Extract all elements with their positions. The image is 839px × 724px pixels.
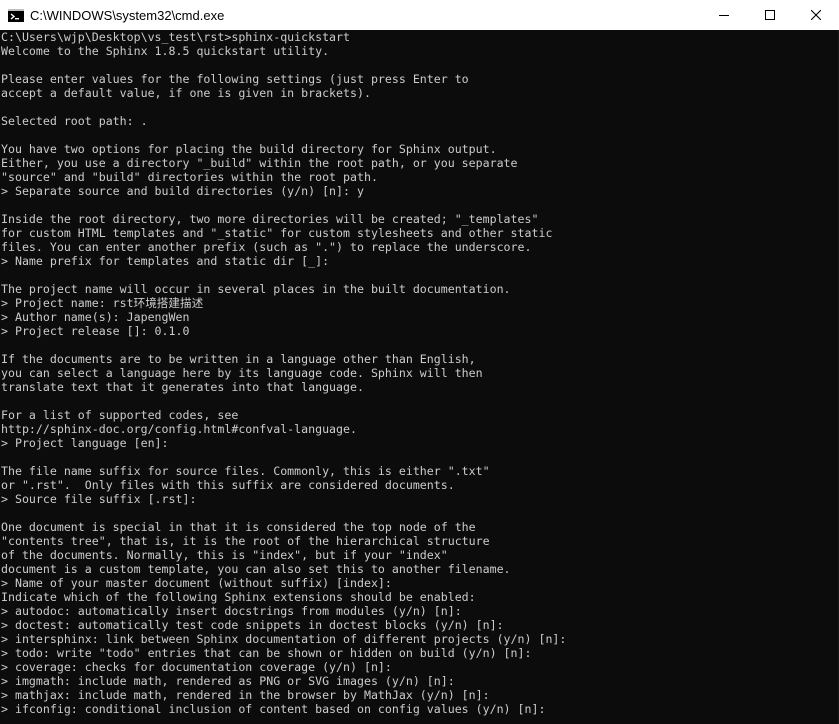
- console-line: C:\Users\wjp\Desktop\vs_test\rst>sphinx-…: [1, 30, 351, 44]
- console-line: "source" and "build" directories within …: [1, 170, 378, 184]
- console-lines: C:\Users\wjp\Desktop\vs_test\rst>sphinx-…: [1, 30, 566, 716]
- console-line: > Name of your master document (without …: [1, 576, 392, 590]
- console-line: accept a default value, if one is given …: [1, 86, 371, 100]
- close-icon: [810, 8, 822, 23]
- window-controls: [701, 0, 839, 30]
- console-line: The project name will occur in several p…: [1, 282, 511, 296]
- cmd-window: C:\WINDOWS\system32\cmd.exe C:\Users\wjp…: [0, 0, 839, 724]
- console-line: > todo: write "todo" entries that can be…: [1, 646, 532, 660]
- console-line: Selected root path: .: [1, 114, 148, 128]
- console-line: > mathjax: include math, rendered in the…: [1, 688, 490, 702]
- console-line: for custom HTML templates and "_static" …: [1, 226, 553, 240]
- cmd-icon: [8, 8, 24, 22]
- console-line: http://sphinx-doc.org/config.html#confva…: [1, 422, 357, 436]
- title-bar[interactable]: C:\WINDOWS\system32\cmd.exe: [0, 0, 839, 30]
- window-title: C:\WINDOWS\system32\cmd.exe: [30, 7, 225, 23]
- console-line: Either, you use a directory "_build" wit…: [1, 156, 518, 170]
- console-line: If the documents are to be written in a …: [1, 352, 476, 366]
- console-line: > intersphinx: link between Sphinx docum…: [1, 632, 567, 646]
- console-line: > autodoc: automatically insert docstrin…: [1, 604, 462, 618]
- maximize-button[interactable]: [747, 0, 793, 30]
- console-line: of the documents. Normally, this is "ind…: [1, 548, 448, 562]
- console-output[interactable]: C:\Users\wjp\Desktop\vs_test\rst>sphinx-…: [0, 30, 839, 724]
- console-line: Please enter values for the following se…: [1, 72, 469, 86]
- console-line: or ".rst". Only files with this suffix a…: [1, 478, 455, 492]
- console-line: "contents tree", that is, it is the root…: [1, 534, 490, 548]
- console-line: > doctest: automatically test code snipp…: [1, 618, 504, 632]
- console-line: > Project name: rst环境搭建描述: [1, 296, 204, 310]
- console-line: > Author name(s): JapengWen: [1, 310, 190, 324]
- console-line: document is a custom template, you can a…: [1, 562, 511, 576]
- console-line: > Separate source and build directories …: [1, 184, 364, 198]
- console-line: > Project language [en]:: [1, 436, 169, 450]
- console-line: Indicate which of the following Sphinx e…: [1, 590, 476, 604]
- console-line: For a list of supported codes, see: [1, 408, 239, 422]
- console-line: translate text that it generates into th…: [1, 380, 364, 394]
- console-line: > coverage: checks for documentation cov…: [1, 660, 392, 674]
- console-line: > Source file suffix [.rst]:: [1, 492, 197, 506]
- console-line: you can select a language here by its la…: [1, 366, 483, 380]
- console-line: One document is special in that it is co…: [1, 520, 476, 534]
- console-line: > ifconfig: conditional inclusion of con…: [1, 702, 546, 716]
- console-line: You have two options for placing the bui…: [1, 142, 497, 156]
- maximize-icon: [765, 8, 775, 23]
- minimize-icon: [719, 8, 729, 23]
- console-line: The file name suffix for source files. C…: [1, 464, 490, 478]
- minimize-button[interactable]: [701, 0, 747, 30]
- console-line: files. You can enter another prefix (suc…: [1, 240, 532, 254]
- console-line: > imgmath: include math, rendered as PNG…: [1, 674, 455, 688]
- console-line: > Name prefix for templates and static d…: [1, 254, 330, 268]
- console-line: Welcome to the Sphinx 1.8.5 quickstart u…: [1, 44, 330, 58]
- console-line: > Project release []: 0.1.0: [1, 324, 190, 338]
- console-line: Inside the root directory, two more dire…: [1, 212, 539, 226]
- close-button[interactable]: [793, 0, 839, 30]
